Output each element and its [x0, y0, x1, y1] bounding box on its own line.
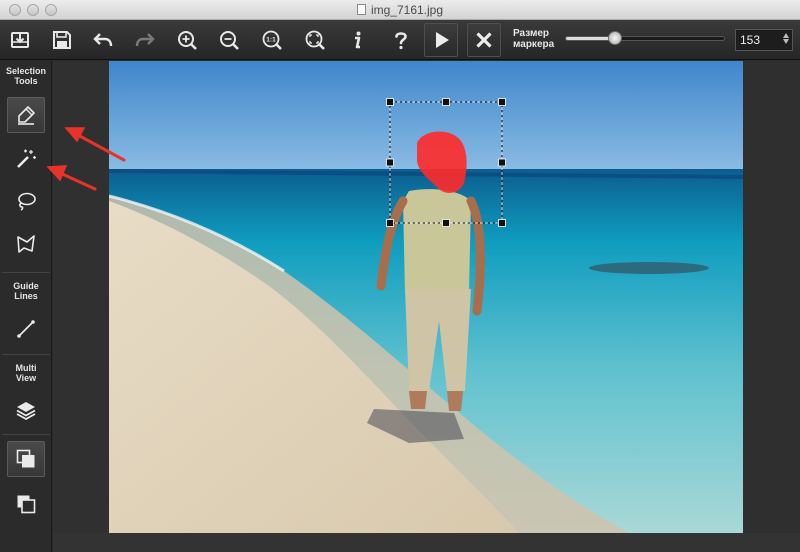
- section-multi-view: Multi View: [0, 363, 52, 383]
- polygon-lasso-tool-button[interactable]: [7, 226, 45, 262]
- stepper-down-icon[interactable]: [783, 39, 789, 44]
- marker-size-label: Размер маркера: [513, 28, 554, 50]
- section-guide-lines: Guide Lines: [0, 281, 52, 301]
- help-button[interactable]: [384, 23, 418, 57]
- guide-line-tool-button[interactable]: [7, 311, 45, 347]
- zoom-1to1-icon: 1:1: [262, 30, 282, 50]
- actual-size-button[interactable]: 1:1: [255, 23, 289, 57]
- marker-size-stepper[interactable]: [782, 32, 790, 48]
- sidebar-divider: [2, 434, 50, 435]
- window-title: img_7161.jpg: [0, 3, 800, 17]
- play-icon: [436, 32, 449, 48]
- marker-tool-button[interactable]: [7, 97, 45, 133]
- image-canvas[interactable]: [53, 61, 800, 552]
- beach-photo-image: [109, 61, 743, 533]
- lasso-tool-button[interactable]: [7, 183, 45, 219]
- marker-size-value: 153: [740, 33, 761, 47]
- layers-icon: [16, 402, 36, 421]
- marker-pen-icon: [18, 106, 35, 125]
- stepper-up-icon[interactable]: [783, 33, 789, 38]
- floppy-disk-icon: [53, 31, 71, 49]
- line-icon: [17, 320, 35, 338]
- layers-view-button[interactable]: [7, 392, 45, 428]
- cancel-button[interactable]: [467, 23, 501, 57]
- section-multi-view-line2: View: [15, 373, 37, 383]
- tools-sidebar: Selection Tools Guide Lines Multi View: [0, 61, 52, 552]
- redo-arrow-icon: [135, 33, 155, 47]
- window-titlebar: img_7161.jpg: [0, 0, 800, 20]
- download-tray-icon: [11, 32, 29, 48]
- marker-size-label-line1: Размер: [513, 28, 550, 39]
- section-guide-lines-line2: Lines: [14, 291, 38, 301]
- photo[interactable]: [109, 61, 743, 533]
- window-title-text: img_7161.jpg: [370, 3, 444, 17]
- zoom-in-button[interactable]: [170, 23, 204, 57]
- canvas-bottom-strip: [53, 533, 800, 552]
- section-selection-tools: Selection Tools: [0, 66, 52, 86]
- info-button[interactable]: [340, 23, 374, 57]
- zoom-out-button[interactable]: [212, 23, 246, 57]
- marker-size-label-line2: маркера: [513, 39, 555, 50]
- polygon-lasso-icon: [17, 235, 35, 253]
- zoom-fit-icon: [305, 30, 325, 50]
- document-icon: [356, 4, 366, 15]
- section-selection-tools-line1: Selection: [5, 66, 46, 76]
- marker-size-slider[interactable]: [565, 36, 725, 41]
- zoom-1to1-text: 1:1: [266, 37, 276, 44]
- overlap-squares-outline-icon: [17, 495, 36, 514]
- magic-wand-tool-button[interactable]: [7, 141, 45, 177]
- undo-arrow-icon: [93, 33, 113, 47]
- close-x-icon: [476, 32, 492, 48]
- redo-button[interactable]: [128, 23, 162, 57]
- zoom-out-icon: [220, 31, 239, 50]
- magic-wand-icon: [17, 149, 36, 168]
- open-button[interactable]: [3, 23, 37, 57]
- section-guide-lines-line1: Guide: [13, 281, 39, 291]
- canvas-right-gutter: [743, 61, 800, 533]
- zoom-in-icon: [178, 31, 197, 50]
- undo-button[interactable]: [86, 23, 120, 57]
- overlap-view-button[interactable]: [7, 441, 45, 477]
- marker-size-slider-knob[interactable]: [607, 31, 622, 45]
- question-mark-icon: [395, 32, 407, 50]
- main-toolbar: 1:1 Размер маркера 153: [0, 20, 800, 60]
- overlap-squares-filled-icon: [16, 449, 35, 468]
- fit-screen-button[interactable]: [298, 23, 332, 57]
- overlap-outline-view-button[interactable]: [7, 486, 45, 522]
- info-icon: [355, 31, 361, 49]
- marker-size-input[interactable]: 153: [735, 29, 793, 51]
- section-multi-view-line1: Multi: [15, 363, 37, 373]
- save-button[interactable]: [45, 23, 79, 57]
- lasso-icon: [18, 192, 36, 211]
- run-button[interactable]: [424, 23, 458, 57]
- section-selection-tools-line2: Tools: [14, 76, 38, 86]
- sidebar-divider: [2, 354, 50, 355]
- sidebar-divider: [2, 272, 50, 273]
